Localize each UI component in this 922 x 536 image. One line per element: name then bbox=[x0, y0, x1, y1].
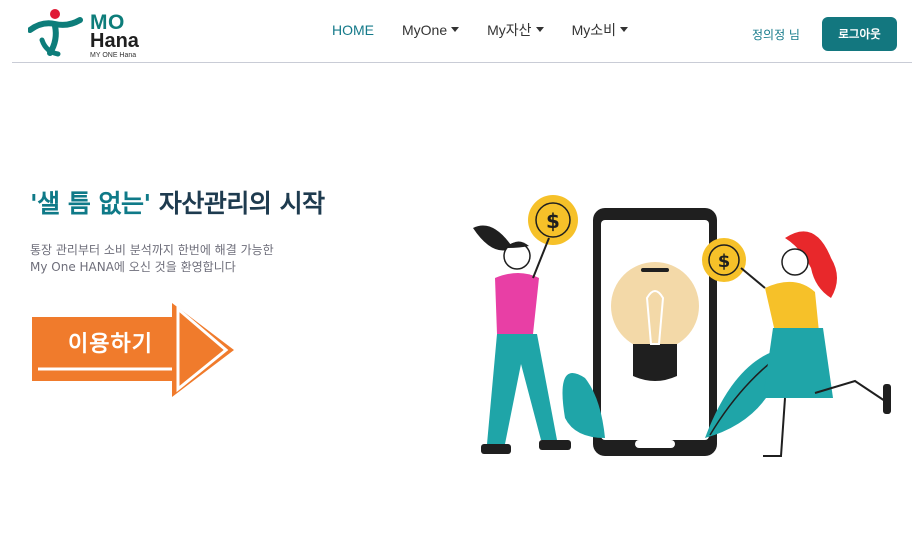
hero-description: 통장 관리부터 소비 분석까지 한번에 해결 가능한 My One HANA에 … bbox=[30, 242, 274, 276]
hero-title-accent: '샐 틈 없는' bbox=[30, 189, 151, 218]
hero-title: '샐 틈 없는' 자산관리의 시작 bbox=[30, 184, 325, 220]
mohana-logo[interactable]: MO Hana MY ONE Hana bbox=[28, 8, 158, 60]
caret-down-icon bbox=[620, 26, 628, 32]
caret-down-icon bbox=[535, 26, 544, 32]
logo-text-hana: Hana bbox=[90, 30, 139, 52]
nav-item-my-assets[interactable]: My자산 bbox=[487, 20, 544, 40]
top-navbar: MO Hana MY ONE Hana HOME MyOne My자산 My소비… bbox=[0, 0, 922, 62]
coin-dollar-symbol: $ bbox=[718, 251, 731, 272]
finance-illustration-image: $ $ bbox=[473, 195, 891, 457]
nav-item-home[interactable]: HOME bbox=[332, 20, 374, 40]
caret-down-icon bbox=[451, 26, 460, 32]
hero-title-rest: 자산관리의 시작 bbox=[150, 189, 325, 218]
nav-item-my-spending[interactable]: My소비 bbox=[572, 20, 628, 40]
nav-item-label: My자산 bbox=[487, 22, 532, 38]
user-greeting: 정의정 님 bbox=[752, 28, 800, 42]
logout-button[interactable]: 로그아웃 bbox=[822, 17, 897, 51]
hero-illustration: $ $ bbox=[455, 188, 915, 468]
logo-subtitle: MY ONE Hana bbox=[90, 52, 137, 59]
main-nav-menu: HOME MyOne My자산 My소비 bbox=[332, 20, 656, 40]
nav-item-label: MyOne bbox=[402, 22, 448, 38]
hero-description-line-2: My One HANA에 오신 것을 환영합니다 bbox=[30, 260, 236, 274]
hana-logo-icon bbox=[28, 9, 83, 57]
start-button[interactable]: 이용하기 bbox=[30, 303, 236, 397]
navbar-divider bbox=[12, 62, 912, 63]
hero-description-line-1: 통장 관리부터 소비 분석까지 한번에 해결 가능한 bbox=[30, 243, 274, 257]
start-button-label: 이용하기 bbox=[68, 332, 153, 357]
nav-item-label: My소비 bbox=[571, 22, 616, 38]
coin-dollar-symbol: $ bbox=[546, 209, 560, 233]
nav-item-label: HOME bbox=[332, 22, 374, 38]
nav-item-myone[interactable]: MyOne bbox=[402, 20, 460, 40]
